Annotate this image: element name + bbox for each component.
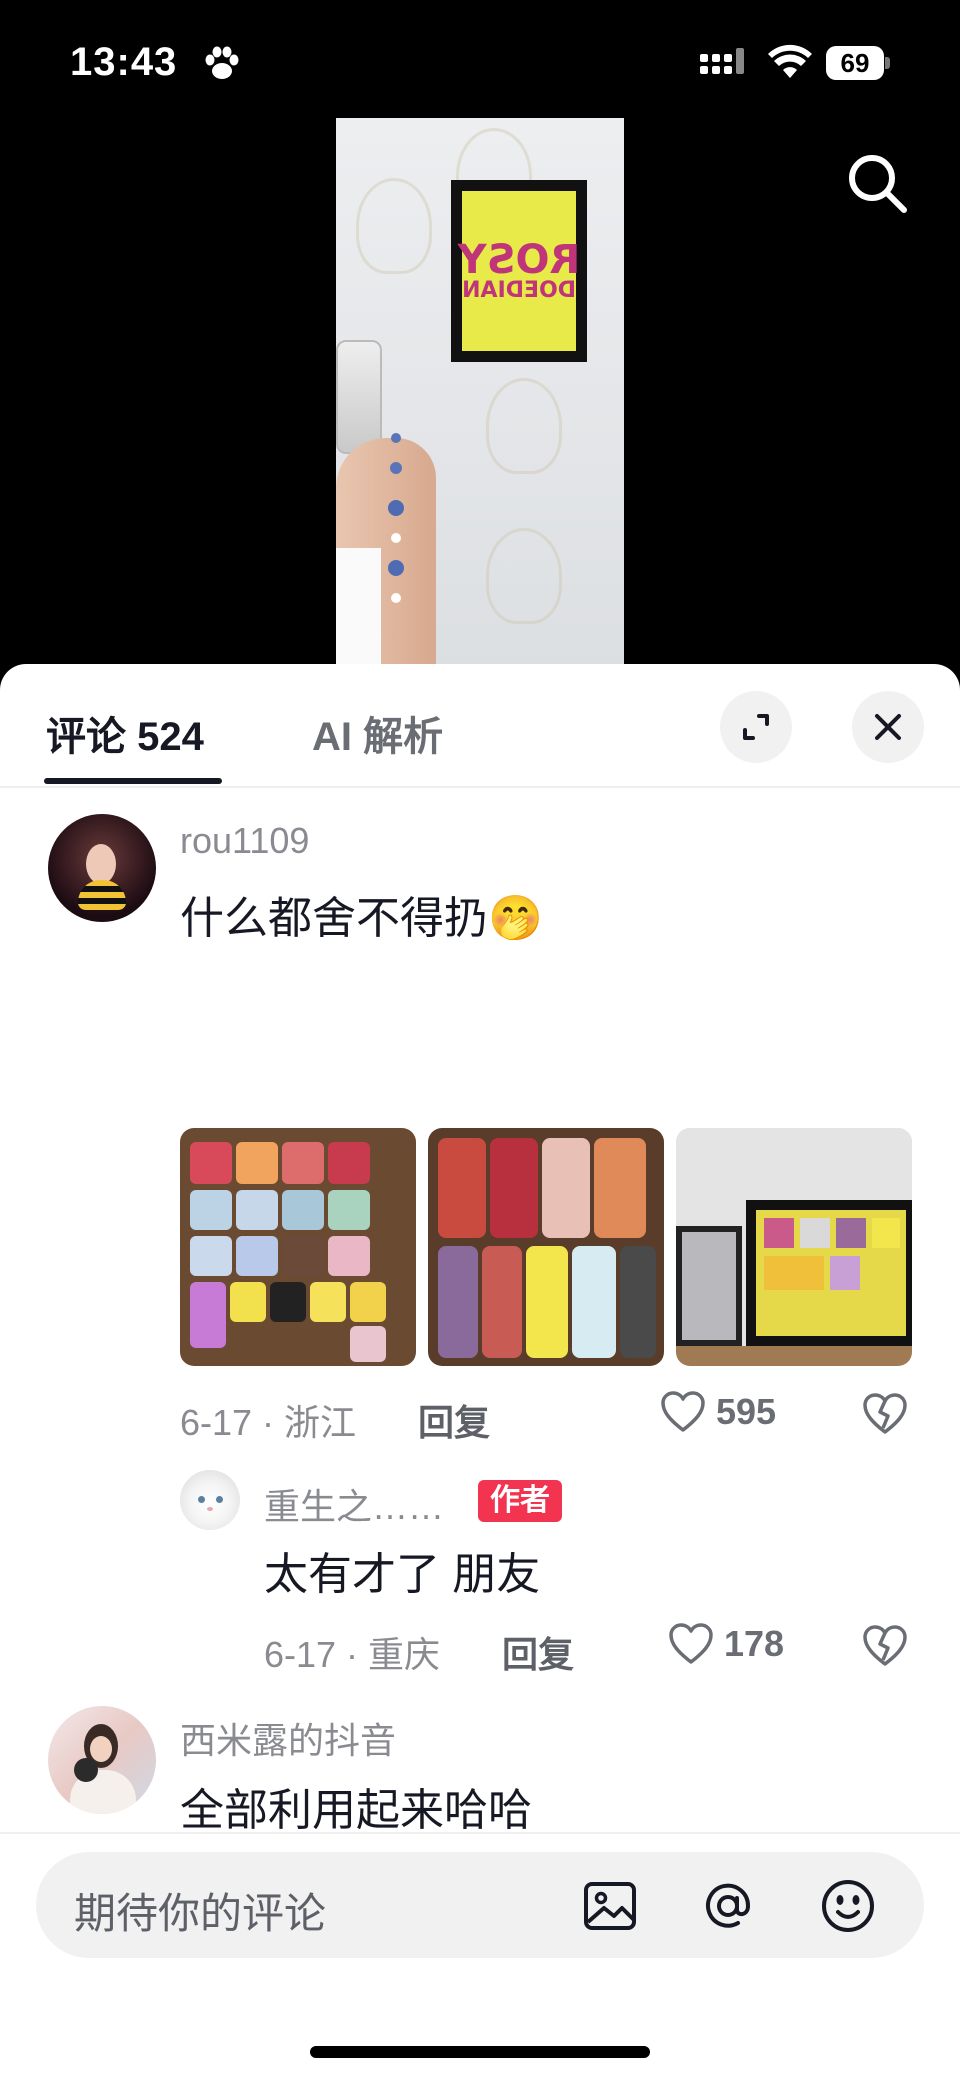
sleeve-image — [336, 548, 381, 664]
expand-icon — [743, 714, 769, 740]
home-indicator[interactable] — [310, 2046, 650, 2058]
author-badge: 作者 — [478, 1480, 562, 1522]
phone-strap-image — [388, 433, 404, 603]
like-button[interactable]: 595 — [660, 1390, 776, 1434]
search-icon[interactable] — [842, 148, 914, 220]
comment-photo[interactable] — [676, 1128, 912, 1366]
battery-level: 69 — [826, 46, 884, 80]
heart-icon — [669, 1623, 713, 1664]
tab-ai-analysis[interactable]: AI 解析 — [312, 704, 443, 762]
comments-tabs: 评论 524 AI 解析 — [0, 664, 960, 788]
emoji-icon[interactable] — [820, 1878, 876, 1934]
comment-date-location: 6-17 · 浙江 — [180, 1402, 357, 1443]
wifi-icon — [768, 44, 812, 78]
comment-photo[interactable] — [180, 1128, 416, 1366]
frame-text-line1: ROSY — [457, 237, 581, 283]
comment-input-placeholder: 期待你的评论 — [74, 1890, 327, 1937]
reply-date-location: 6-17 · 重庆 — [264, 1634, 441, 1675]
frame-text-line2: DOEDIAN — [462, 278, 576, 303]
comment-username[interactable]: rou1109 — [180, 820, 309, 862]
status-time: 13:43 — [70, 40, 178, 84]
framed-collage-photo — [676, 1128, 912, 1366]
image-icon[interactable] — [582, 1878, 638, 1934]
reply-text: 太有才了 朋友 — [264, 1550, 541, 1599]
like-count: 178 — [724, 1623, 785, 1664]
comment-text: 什么都舍不得扔🤭 — [180, 894, 543, 943]
comment-input[interactable]: 期待你的评论 — [36, 1852, 924, 1958]
phone-image — [336, 340, 382, 454]
close-icon — [875, 714, 901, 740]
comment-photos — [180, 1128, 912, 1366]
heart-icon — [661, 1391, 705, 1432]
comment-text: 全部利用起来哈哈 — [180, 1786, 532, 1835]
at-icon[interactable] — [700, 1878, 756, 1934]
reply-button[interactable]: 回复 — [502, 1626, 574, 1678]
wallpaper-pattern — [356, 178, 432, 274]
comment-username[interactable]: 西米露的抖音 — [180, 1712, 396, 1764]
battery-indicator: 69 — [826, 46, 890, 80]
comment-photo[interactable] — [428, 1128, 664, 1366]
reply-button[interactable]: 回复 — [418, 1394, 490, 1446]
wallpaper-pattern — [486, 528, 562, 624]
battery-tip — [885, 57, 890, 69]
video-preview[interactable]: ROSY DOEDIAN — [336, 118, 624, 664]
like-count: 595 — [716, 1391, 777, 1432]
active-tab-indicator — [44, 778, 222, 784]
like-button[interactable]: 178 — [668, 1622, 784, 1666]
tab-comments[interactable]: 评论 524 — [46, 704, 204, 762]
cellular-signal-icon — [700, 48, 744, 74]
comment-input-bar: 期待你的评论 — [0, 1832, 960, 2081]
avatar[interactable] — [180, 1470, 240, 1530]
phone-cases-photo — [190, 1142, 386, 1362]
wall-frame: ROSY DOEDIAN — [451, 180, 587, 362]
phone-cases-photo — [438, 1138, 656, 1358]
status-bar: 13:43 69 — [0, 0, 960, 120]
dislike-icon[interactable] — [862, 1624, 908, 1668]
avatar[interactable] — [48, 1706, 156, 1814]
close-button[interactable] — [852, 691, 924, 763]
expand-button[interactable] — [720, 691, 792, 763]
paw-icon — [205, 46, 239, 79]
wallpaper-pattern — [486, 378, 562, 474]
reply-username[interactable]: 重生之…… — [264, 1478, 444, 1530]
avatar[interactable] — [48, 814, 156, 922]
dislike-icon[interactable] — [862, 1392, 908, 1436]
